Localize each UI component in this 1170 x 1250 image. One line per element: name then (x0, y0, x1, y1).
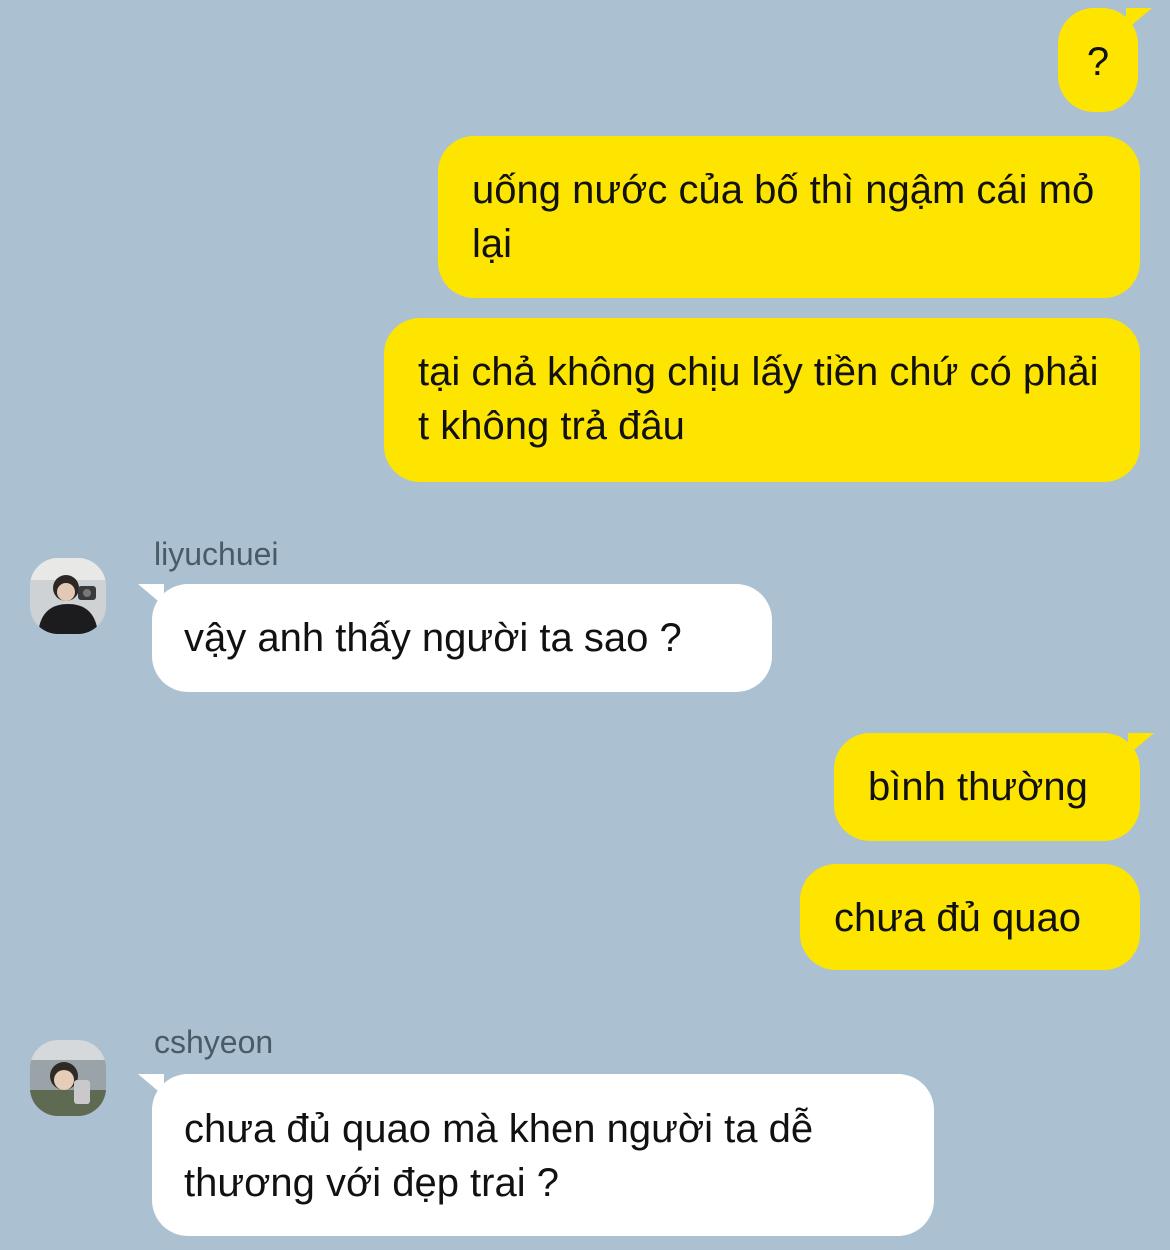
message-text: uống nước của bố thì ngậm cái mỏ lại (472, 168, 1095, 266)
avatar-cshyeon[interactable] (30, 1040, 106, 1116)
sender-name: cshyeon (154, 1024, 274, 1060)
message-text: tại chả không chịu lấy tiền chứ có phải … (418, 350, 1099, 448)
message-text: vậy anh thấy người ta sao ? (184, 616, 682, 660)
my-message-bubble[interactable]: tại chả không chịu lấy tiền chứ có phải … (384, 318, 1140, 482)
message-text: chưa đủ quao (834, 896, 1081, 940)
avatar-liyuchuei[interactable] (30, 558, 106, 634)
profile-photo-icon (30, 558, 106, 634)
their-message-bubble[interactable]: chưa đủ quao mà khen người ta dễ thương … (138, 1074, 934, 1236)
their-message-bubble[interactable]: vậy anh thấy người ta sao ? (138, 584, 772, 692)
message-text: chưa đủ quao mà khen người ta dễ thương … (184, 1107, 814, 1205)
my-message-bubble[interactable]: bình thường (834, 733, 1154, 841)
profile-photo-icon (30, 1040, 106, 1116)
my-message-bubble[interactable]: ? (1058, 8, 1152, 112)
my-message-bubble[interactable]: chưa đủ quao (800, 864, 1140, 970)
message-text: ? (1086, 40, 1110, 84)
message-text: bình thường (868, 765, 1088, 809)
my-message-bubble[interactable]: uống nước của bố thì ngậm cái mỏ lại (438, 136, 1140, 298)
sender-name: liyuchuei (154, 536, 279, 572)
